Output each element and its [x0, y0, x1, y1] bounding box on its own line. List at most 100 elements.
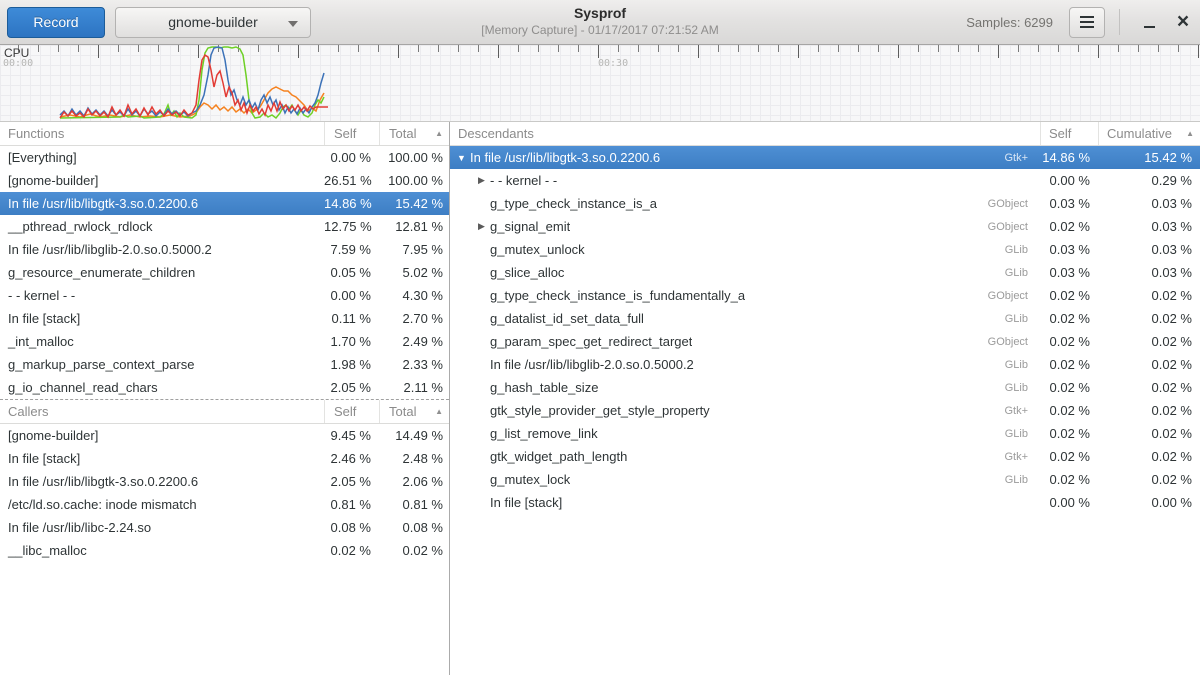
cell-self-percent: 0.02 %: [1040, 357, 1098, 372]
cell-self-percent: 0.02 %: [324, 543, 379, 558]
cell-self-percent: 14.86 %: [1040, 150, 1098, 165]
cell-self-percent: 2.05 %: [324, 474, 379, 489]
table-row[interactable]: In file [stack]0.11 %2.70 %: [0, 307, 449, 330]
cell-total-percent: 5.02 %: [379, 265, 449, 280]
record-button[interactable]: Record: [7, 7, 105, 38]
table-row[interactable]: g_resource_enumerate_children0.05 %5.02 …: [0, 261, 449, 284]
self-column-header[interactable]: Self: [324, 400, 379, 423]
cell-cumulative-percent: 0.03 %: [1098, 219, 1200, 234]
cell-function-name: [gnome-builder]: [0, 428, 324, 443]
table-row[interactable]: /etc/ld.so.cache: inode mismatch0.81 %0.…: [0, 493, 449, 516]
tree-row[interactable]: In file /usr/lib/libglib-2.0.so.0.5000.2…: [450, 353, 1200, 376]
functions-table: [Everything]0.00 %100.00 %[gnome-builder…: [0, 146, 449, 399]
cell-self-percent: 0.02 %: [1040, 311, 1098, 326]
tree-row[interactable]: ▶g_signal_emitGObject0.02 %0.03 %: [450, 215, 1200, 238]
expander-icon[interactable]: ▼: [455, 153, 468, 163]
descendants-table: ▼In file /usr/lib/libgtk-3.so.0.2200.6 Gt…: [450, 146, 1200, 514]
cell-cumulative-percent: 0.03 %: [1098, 265, 1200, 280]
tree-row[interactable]: ▼In file /usr/lib/libgtk-3.so.0.2200.6Gt…: [450, 146, 1200, 169]
sysprof-window: Record gnome-builder Sysprof [Memory Cap…: [0, 0, 1200, 675]
cell-self-percent: 0.02 %: [1040, 288, 1098, 303]
cell-cumulative-percent: 0.02 %: [1098, 311, 1200, 326]
cell-self-percent: 1.98 %: [324, 357, 379, 372]
table-row[interactable]: [Everything]0.00 %100.00 %: [0, 146, 449, 169]
cell-function-name: gtk_style_provider_get_style_property: [490, 403, 710, 418]
self-column-header[interactable]: Self: [324, 122, 379, 145]
cell-function-name: g_type_check_instance_is_a: [490, 196, 657, 211]
cell-self-percent: 0.03 %: [1040, 242, 1098, 257]
table-row[interactable]: [gnome-builder]9.45 %14.49 %: [0, 424, 449, 447]
functions-column-header[interactable]: Functions: [0, 122, 324, 145]
sort-ascending-icon: ▲: [435, 129, 449, 138]
minimize-button[interactable]: [1132, 5, 1166, 39]
table-row[interactable]: g_io_channel_read_chars2.05 %2.11 %: [0, 376, 449, 399]
cumulative-column-header[interactable]: Cumulative ▲: [1098, 122, 1200, 145]
table-row[interactable]: [gnome-builder]26.51 %100.00 %: [0, 169, 449, 192]
tree-row[interactable]: gtk_style_provider_get_style_propertyGtk…: [450, 399, 1200, 422]
table-row[interactable]: In file [stack]2.46 %2.48 %: [0, 447, 449, 470]
table-row[interactable]: __libc_malloc0.02 %0.02 %: [0, 539, 449, 562]
tree-row[interactable]: ▶- - kernel - -0.00 %0.29 %: [450, 169, 1200, 192]
cell-total-percent: 14.49 %: [379, 428, 449, 443]
cell-function-name: In file /usr/lib/libgtk-3.so.0.2200.6: [470, 150, 660, 165]
tree-row[interactable]: g_type_check_instance_is_fundamentally_a…: [450, 284, 1200, 307]
time-label-mid: 00:30: [598, 58, 628, 69]
cell-total-percent: 2.06 %: [379, 474, 449, 489]
callers-table: [gnome-builder]9.45 %14.49 %In file [sta…: [0, 424, 449, 562]
tree-row[interactable]: g_mutex_unlockGLib0.03 %0.03 %: [450, 238, 1200, 261]
table-row[interactable]: In file /usr/lib/libc-2.24.so0.08 %0.08 …: [0, 516, 449, 539]
tree-row[interactable]: g_param_spec_get_redirect_targetGObject0…: [450, 330, 1200, 353]
minimize-icon: [1144, 26, 1155, 28]
cell-function-name: g_datalist_id_set_data_full: [490, 311, 644, 326]
table-row[interactable]: In file /usr/lib/libgtk-3.so.0.2200.614.…: [0, 192, 449, 215]
expander-icon[interactable]: ▶: [475, 221, 488, 232]
table-row[interactable]: g_markup_parse_context_parse1.98 %2.33 %: [0, 353, 449, 376]
tree-row[interactable]: gtk_widget_path_lengthGtk+0.02 %0.02 %: [450, 445, 1200, 468]
cell-function-name: In file /usr/lib/libc-2.24.so: [0, 520, 324, 535]
cell-self-percent: 0.11 %: [324, 311, 379, 326]
library-badge: GLib: [1005, 428, 1040, 440]
cell-self-percent: 1.70 %: [324, 334, 379, 349]
cell-function-name: g_io_channel_read_chars: [0, 380, 324, 395]
process-selector-dropdown[interactable]: gnome-builder: [115, 7, 311, 38]
cell-function-name: [gnome-builder]: [0, 173, 324, 188]
cell-function-name: [Everything]: [0, 150, 324, 165]
table-row[interactable]: - - kernel - -0.00 %4.30 %: [0, 284, 449, 307]
table-row[interactable]: In file /usr/lib/libgtk-3.so.0.2200.62.0…: [0, 470, 449, 493]
total-column-header[interactable]: Total ▲: [379, 122, 449, 145]
table-row[interactable]: __pthread_rwlock_rdlock12.75 %12.81 %: [0, 215, 449, 238]
library-badge: GLib: [1005, 359, 1040, 371]
total-column-header[interactable]: Total ▲: [379, 400, 449, 423]
tree-row[interactable]: In file [stack]0.00 %0.00 %: [450, 491, 1200, 514]
tree-row[interactable]: g_type_check_instance_is_aGObject0.03 %0…: [450, 192, 1200, 215]
tree-row[interactable]: g_datalist_id_set_data_fullGLib0.02 %0.0…: [450, 307, 1200, 330]
descendants-column-header[interactable]: Descendants: [450, 122, 1040, 145]
cell-self-percent: 7.59 %: [324, 242, 379, 257]
callers-column-header[interactable]: Callers: [0, 400, 324, 423]
tree-row[interactable]: g_mutex_lockGLib0.02 %0.02 %: [450, 468, 1200, 491]
self-column-header[interactable]: Self: [1040, 122, 1098, 145]
close-button[interactable]: ×: [1166, 5, 1200, 39]
time-label-start: 00:00: [3, 58, 33, 69]
tree-row[interactable]: g_list_remove_linkGLib0.02 %0.02 %: [450, 422, 1200, 445]
cell-total-percent: 2.48 %: [379, 451, 449, 466]
cell-cumulative-percent: 0.00 %: [1098, 495, 1200, 510]
samples-count: Samples: 6299: [966, 15, 1053, 30]
expander-icon[interactable]: ▶: [475, 175, 488, 186]
cell-function-name: - - kernel - -: [490, 173, 557, 188]
cell-self-percent: 26.51 %: [324, 173, 379, 188]
cell-function-name: g_signal_emit: [490, 219, 570, 234]
tree-row[interactable]: g_hash_table_sizeGLib0.02 %0.02 %: [450, 376, 1200, 399]
tree-row[interactable]: g_slice_allocGLib0.03 %0.03 %: [450, 261, 1200, 284]
library-badge: Gtk+: [1004, 451, 1040, 463]
library-badge: GObject: [988, 221, 1040, 233]
table-row[interactable]: _int_malloc1.70 %2.49 %: [0, 330, 449, 353]
main-content: Functions Self Total ▲ [Everything]0.00 …: [0, 122, 1200, 675]
cell-self-percent: 0.02 %: [1040, 472, 1098, 487]
cell-function-name: In file /usr/lib/libgtk-3.so.0.2200.6: [0, 474, 324, 489]
cpu-graph[interactable]: CPU 00:00 00:30: [0, 45, 1200, 122]
cell-total-percent: 2.49 %: [379, 334, 449, 349]
menu-button[interactable]: [1069, 7, 1105, 38]
table-row[interactable]: In file /usr/lib/libglib-2.0.so.0.5000.2…: [0, 238, 449, 261]
cell-self-percent: 0.05 %: [324, 265, 379, 280]
